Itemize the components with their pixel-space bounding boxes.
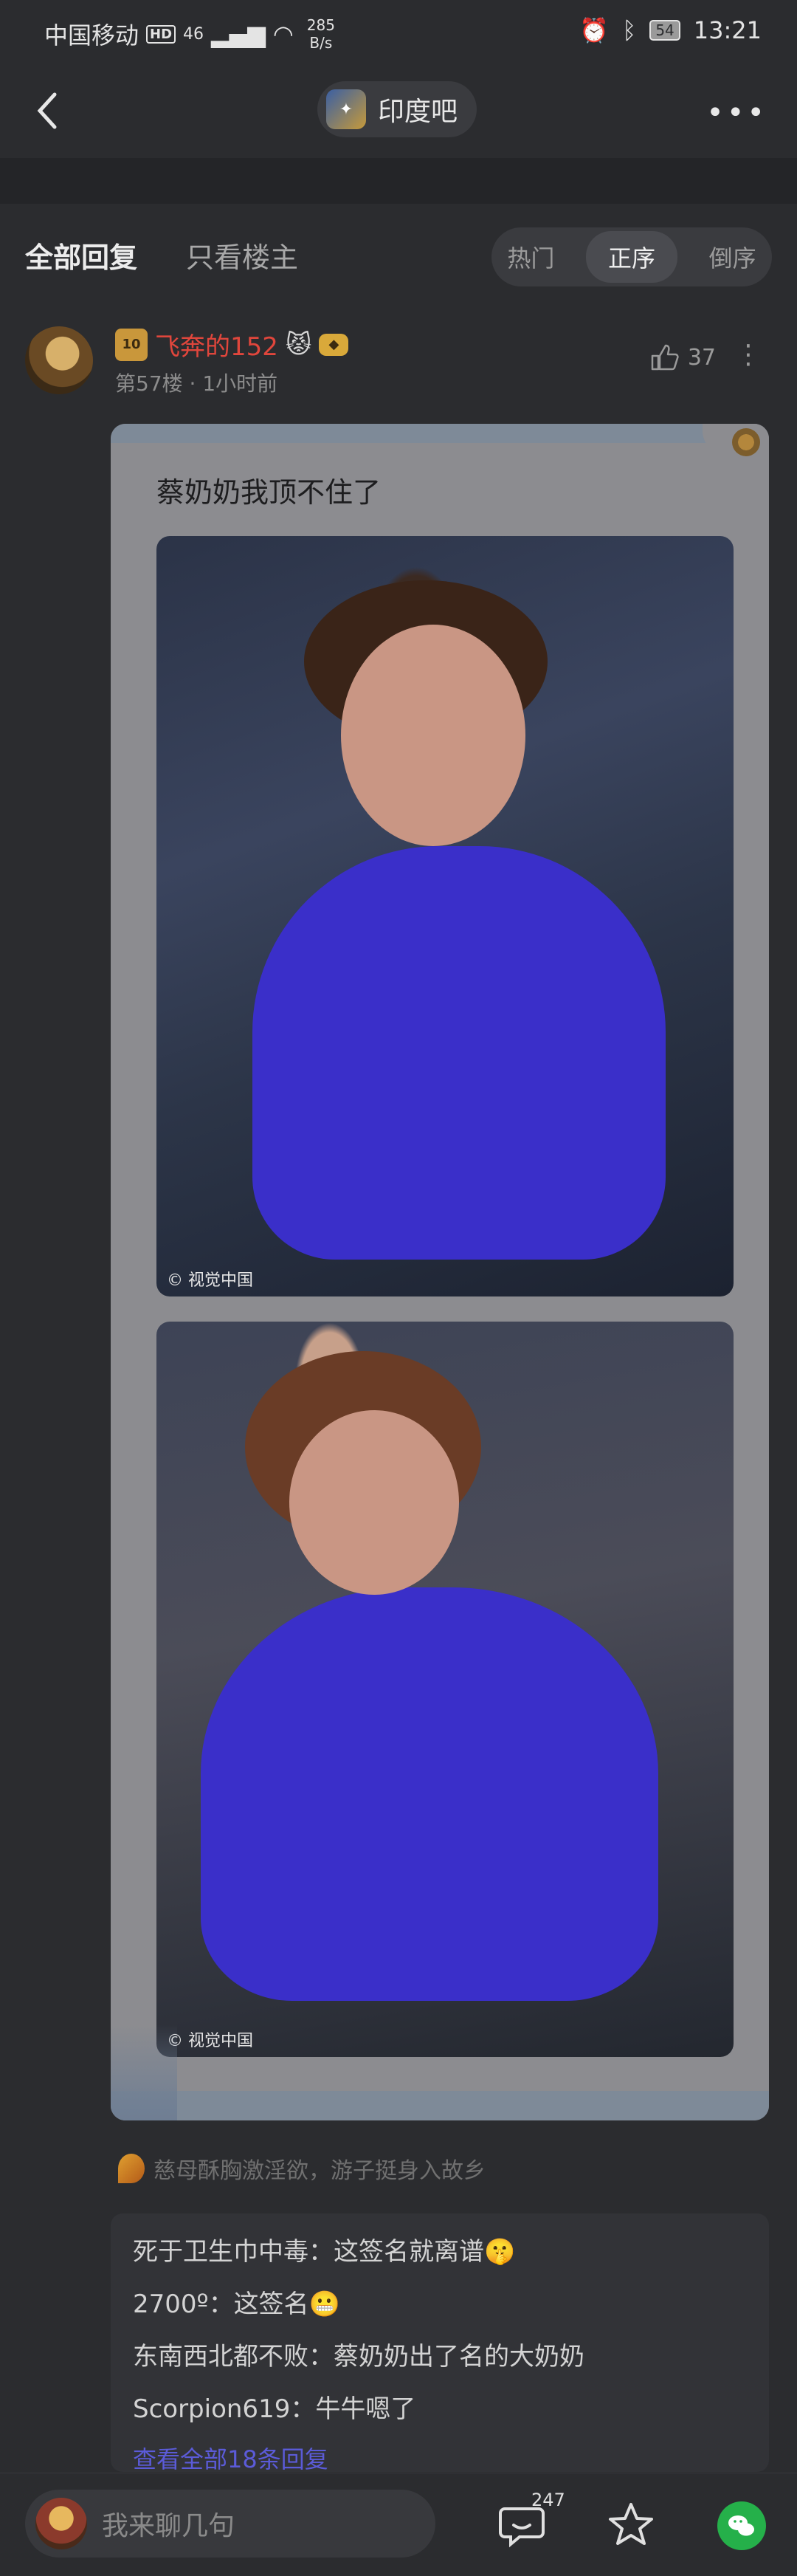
user-avatar[interactable]	[25, 326, 93, 394]
thumbs-up-icon	[651, 344, 679, 371]
username[interactable]: 飞奔的152	[155, 326, 278, 363]
post-image-1[interactable]: © 视觉中国	[156, 536, 734, 1296]
battery-icon: 54	[649, 20, 680, 41]
post-meta: 第57楼 · 1小时前	[115, 368, 277, 397]
hd-icon: HD	[146, 24, 176, 44]
speed-value: 285	[306, 16, 335, 34]
speed-unit: B/s	[309, 34, 333, 52]
signature-text: 慈母酥胸激淫欲，游子挺身入故乡	[153, 2158, 486, 2184]
my-avatar	[35, 2498, 87, 2549]
reply-emoji: 😬	[308, 2290, 340, 2319]
photo-dress-shape	[201, 1587, 658, 2001]
favorite-button[interactable]	[605, 2498, 657, 2550]
post-image-2[interactable]: © 视觉中国	[156, 1322, 734, 2057]
reply-text: 蔡奶奶出了名的大奶奶	[334, 2342, 584, 2371]
section-divider	[0, 158, 797, 204]
image-watermark: © 视觉中国	[167, 1271, 253, 1290]
card-top-decoration	[111, 424, 769, 443]
sort-hot[interactable]: 热门	[507, 240, 554, 274]
card-deco-figure-icon	[111, 2024, 177, 2120]
reply-item[interactable]: Scorpion619：牛牛嗯了	[133, 2388, 747, 2425]
reply-text: 牛牛嗯了	[315, 2394, 416, 2424]
card-sticker-icon	[732, 428, 760, 456]
nav-bar: ✦ 印度吧 •••	[0, 66, 797, 158]
wechat-share-button[interactable]	[717, 2501, 766, 2550]
level-badge-icon: 10	[115, 328, 148, 361]
meta-separator: ·	[189, 371, 196, 396]
reply-user[interactable]: 东南西北都不败	[133, 2342, 308, 2371]
more-menu-icon[interactable]: •••	[706, 96, 767, 130]
wechat-icon	[728, 2515, 754, 2536]
forum-name: 印度吧	[378, 97, 458, 127]
member-gem-icon: ◆	[319, 333, 349, 356]
reply-user[interactable]: 死于卫生巾中毒	[133, 2237, 308, 2267]
floor-number: 第57楼	[115, 371, 183, 396]
star-icon	[609, 2503, 653, 2545]
forum-title-pill[interactable]: ✦ 印度吧	[317, 81, 477, 137]
image-watermark: © 视觉中国	[167, 2032, 253, 2050]
like-count: 37	[687, 344, 716, 371]
post-header: 10 飞奔的152 😾 ◆ 第57楼 · 1小时前 37 ⋮	[0, 300, 797, 418]
reply-input[interactable]: 我来聊几句	[25, 2490, 435, 2558]
tab-all-replies[interactable]: 全部回复	[25, 235, 137, 275]
reply-user[interactable]: Scorpion619	[133, 2394, 290, 2424]
clock: 13:21	[693, 16, 762, 44]
wifi-icon: ◠	[272, 20, 294, 48]
post-more-icon[interactable]: ⋮	[735, 340, 762, 370]
reply-filter-bar: 全部回复 只看楼主 热门 正序 倒序	[0, 204, 797, 300]
comment-count: 247	[531, 2490, 565, 2510]
reply-placeholder: 我来聊几句	[102, 2511, 235, 2541]
username-emoji: 😾	[285, 329, 312, 360]
like-button[interactable]: 37	[648, 341, 716, 374]
reply-user[interactable]: 2700º	[133, 2290, 209, 2319]
reply-item[interactable]: 东南西北都不败：蔡奶奶出了名的大奶奶	[133, 2336, 747, 2372]
signature-icon	[118, 2154, 145, 2183]
sort-descending[interactable]: 倒序	[709, 240, 756, 274]
carrier-label: 中国移动	[44, 21, 139, 49]
reply-emoji: 🤫	[484, 2237, 516, 2267]
reply-text: 这签名就离谱	[334, 2237, 484, 2267]
bottom-action-bar: 我来聊几句 247	[0, 2473, 797, 2576]
reply-text: 这签名	[233, 2290, 309, 2319]
alarm-icon: ⏰	[579, 16, 610, 44]
sort-toggle: 热门 正序 倒序	[491, 227, 772, 286]
card-bottom-decoration	[111, 2091, 769, 2120]
signal-label: 46	[183, 24, 204, 44]
network-speed: 285 B/s	[307, 16, 335, 52]
see-all-replies-link[interactable]: 查看全部18条回复	[133, 2441, 747, 2475]
chevron-left-icon	[37, 92, 57, 129]
forum-avatar-icon: ✦	[326, 89, 366, 129]
post-time: 1小时前	[202, 371, 278, 396]
sub-replies: 死于卫生巾中毒：这签名就离谱🤫 2700º：这签名😬 东南西北都不败：蔡奶奶出了…	[111, 2213, 769, 2475]
post-content-card: 蔡奶奶我顶不住了 © 视觉中国 © 视觉中国	[111, 424, 769, 2120]
bluetooth-icon: ᛒ	[622, 16, 637, 44]
post-text: 蔡奶奶我顶不住了	[156, 476, 382, 509]
reply-item[interactable]: 2700º：这签名😬	[133, 2284, 747, 2320]
reply-item[interactable]: 死于卫生巾中毒：这签名就离谱🤫	[133, 2231, 747, 2267]
user-signature: 慈母酥胸激淫欲，游子挺身入故乡	[118, 2152, 486, 2185]
back-button[interactable]	[30, 89, 66, 133]
signal-icon: ▂▄▆	[211, 20, 266, 48]
photo-face-shape	[289, 1410, 459, 1595]
sort-ascending[interactable]: 正序	[585, 231, 677, 283]
tab-op-only[interactable]: 只看楼主	[186, 235, 298, 275]
photo-dress-shape	[252, 846, 666, 1260]
status-bar: 中国移动 HD 46 ▂▄▆ ◠ 285 B/s ⏰ ᛒ 54 13:21	[0, 0, 797, 66]
photo-face-shape	[341, 625, 525, 846]
